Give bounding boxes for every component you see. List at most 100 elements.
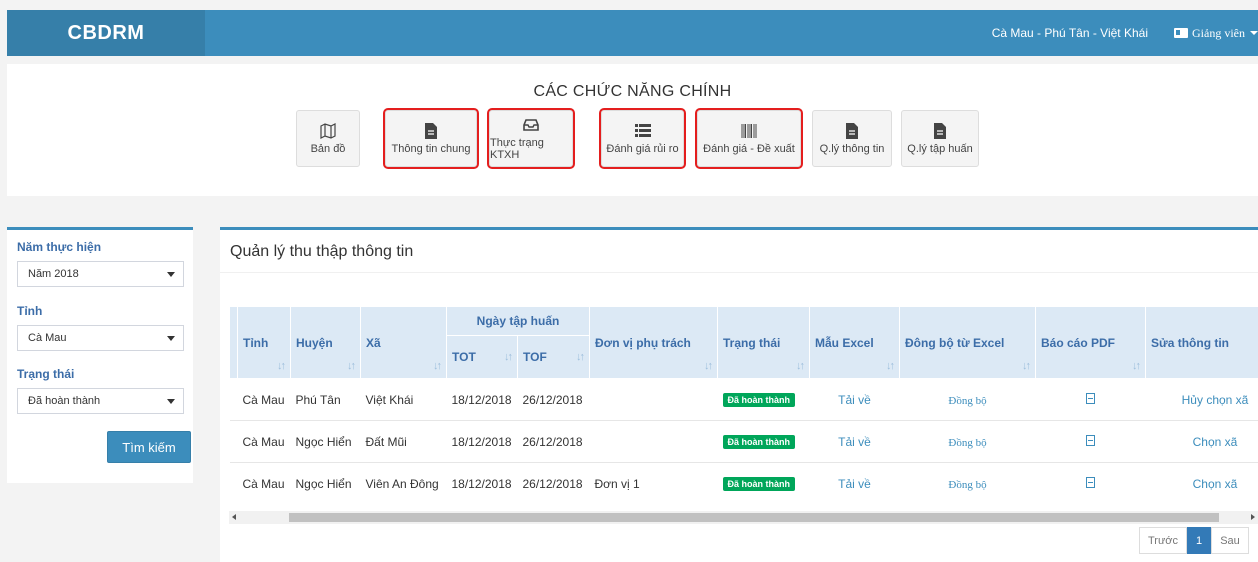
divider: [220, 272, 1258, 273]
header-status[interactable]: Trạng thái ↓↑: [717, 306, 810, 379]
cell-tof: 26/12/2018: [517, 420, 590, 463]
assessment-proposal-label: Đánh giá - Đề xuất: [703, 143, 795, 155]
year-label: Năm thực hiện: [17, 240, 102, 254]
cell-tof: 26/12/2018: [517, 462, 590, 505]
pdf-icon[interactable]: [1086, 392, 1095, 404]
socioeconomic-status-label: Thực trạng KTXH: [490, 137, 544, 161]
edit-commune-link[interactable]: Chọn xã: [1193, 435, 1238, 449]
cell-district: Ngọc Hiển: [290, 420, 361, 463]
pdf-icon[interactable]: [1086, 434, 1095, 446]
cell-sync: Đồng bộ: [899, 378, 1036, 421]
header-pdf-report[interactable]: Báo cáo PDF ↓↑: [1035, 306, 1146, 379]
cell-commune: Viên An Đông: [360, 462, 447, 505]
header-sync-excel[interactable]: Đông bộ từ Excel ↓↑: [899, 306, 1036, 379]
caret-down-icon: [1250, 31, 1258, 35]
info-management-button[interactable]: Q.lý thông tin: [812, 110, 892, 167]
sort-icon[interactable]: ↓↑: [796, 360, 805, 372]
row-gutter: [229, 420, 238, 463]
cell-province: Cà Mau: [237, 378, 291, 421]
select-arrow-icon: [167, 272, 175, 277]
data-collection-panel: Quản lý thu thập thông tin Tỉnh ↓↑ Huyện ↓…: [220, 227, 1258, 562]
table-row: Cà Mau Ngọc Hiển Viên An Đông 18/12/2018…: [229, 462, 1258, 505]
sync-link[interactable]: Đồng bộ: [948, 437, 986, 449]
sort-icon[interactable]: ↓↑: [277, 360, 286, 372]
download-excel-link[interactable]: Tải về: [838, 435, 871, 449]
row-gutter: [229, 378, 238, 421]
header-excel-template[interactable]: Mẫu Excel ↓↑: [809, 306, 900, 379]
user-menu[interactable]: Giảng viên: [1174, 26, 1258, 41]
header-unit[interactable]: Đơn vị phụ trách ↓↑: [589, 306, 718, 379]
cell-excel: Tải về: [809, 462, 900, 505]
edit-commune-link[interactable]: Hủy chọn xã: [1182, 393, 1249, 407]
map-icon: [320, 122, 336, 140]
cell-pdf: [1035, 378, 1146, 421]
sort-icon[interactable]: ↓↑: [886, 360, 895, 372]
cell-tot: 18/12/2018: [446, 420, 518, 463]
brand-logo[interactable]: CBDRM: [7, 10, 205, 56]
scrollbar-thumb[interactable]: [289, 513, 1219, 522]
header-tot[interactable]: TOT ↓↑: [446, 335, 518, 379]
scroll-right-icon[interactable]: [1251, 514, 1255, 520]
pagination: Trước 1 Sau: [1139, 527, 1249, 554]
header-district[interactable]: Huyện ↓↑: [290, 306, 361, 379]
cell-unit: [589, 378, 718, 421]
province-select[interactable]: Cà Mau: [17, 325, 184, 351]
scroll-left-icon[interactable]: [232, 514, 236, 520]
header-tof[interactable]: TOF ↓↑: [517, 335, 590, 379]
socioeconomic-status-button[interactable]: Thực trạng KTXH: [487, 108, 575, 169]
header-province[interactable]: Tỉnh ↓↑: [237, 306, 291, 379]
table-header-gutter: [229, 306, 238, 379]
horizontal-scrollbar[interactable]: [229, 511, 1258, 524]
status-badge: Đã hoàn thành: [722, 435, 795, 449]
prev-page-button[interactable]: Trước: [1139, 527, 1187, 554]
status-select-value: Đã hoàn thành: [28, 395, 101, 407]
header-commune[interactable]: Xã ↓↑: [360, 306, 447, 379]
sync-link[interactable]: Đồng bộ: [948, 479, 986, 491]
map-button[interactable]: Bản đồ: [296, 110, 360, 167]
cell-commune: Đất Mũi: [360, 420, 447, 463]
general-info-button[interactable]: Thông tin chung: [383, 108, 479, 169]
user-role: Giảng viên: [1192, 25, 1245, 40]
risk-assessment-button[interactable]: Đánh giá rủi ro: [599, 108, 686, 169]
sort-icon[interactable]: ↓↑: [704, 360, 713, 372]
cell-province: Cà Mau: [237, 462, 291, 505]
cell-tot: 18/12/2018: [446, 462, 518, 505]
id-card-icon: [1174, 28, 1188, 38]
cell-unit: [589, 420, 718, 463]
sort-icon[interactable]: ↓↑: [1132, 360, 1141, 372]
top-navbar: CBDRM Cà Mau - Phú Tân - Việt Khái Giảng…: [7, 10, 1258, 56]
sort-icon[interactable]: ↓↑: [347, 360, 356, 372]
list-icon: [634, 122, 651, 140]
cell-edit: Hủy chọn xã: [1145, 378, 1258, 421]
location-text[interactable]: Cà Mau - Phú Tân - Việt Khái: [992, 26, 1148, 40]
download-excel-link[interactable]: Tải về: [838, 477, 871, 491]
cell-pdf: [1035, 420, 1146, 463]
sort-icon[interactable]: ↓↑: [504, 351, 513, 363]
pdf-icon[interactable]: [1086, 476, 1095, 488]
assessment-proposal-button[interactable]: Đánh giá - Đề xuất: [695, 108, 803, 169]
training-management-button[interactable]: Q.lý tập huấn: [901, 110, 979, 167]
status-select[interactable]: Đã hoàn thành: [17, 388, 184, 414]
search-button[interactable]: Tìm kiếm: [107, 431, 191, 463]
header-edit-info[interactable]: Sửa thông tin↓↑: [1145, 306, 1258, 379]
sort-icon[interactable]: ↓↑: [576, 351, 585, 363]
select-arrow-icon: [167, 399, 175, 404]
province-label: Tỉnh: [17, 304, 43, 318]
navbar-right: Cà Mau - Phú Tân - Việt Khái Giảng viên: [992, 10, 1258, 56]
next-page-button[interactable]: Sau: [1211, 527, 1249, 554]
sort-icon[interactable]: ↓↑: [1022, 360, 1031, 372]
cell-district: Ngọc Hiển: [290, 462, 361, 505]
download-excel-link[interactable]: Tải về: [838, 393, 871, 407]
page-1-button[interactable]: 1: [1187, 527, 1211, 554]
cell-edit: Chọn xã: [1145, 420, 1258, 463]
status-label: Trạng thái: [17, 367, 75, 381]
edit-commune-link[interactable]: Chọn xã: [1193, 477, 1238, 491]
info-management-label: Q.lý thông tin: [819, 143, 885, 155]
sync-link[interactable]: Đồng bộ: [948, 395, 986, 407]
select-arrow-icon: [167, 336, 175, 341]
header-training-date: Ngày tập huấn: [446, 306, 590, 336]
cell-excel: Tải về: [809, 378, 900, 421]
sort-icon[interactable]: ↓↑: [433, 360, 442, 372]
year-select[interactable]: Năm 2018: [17, 261, 184, 287]
table-scroll-area[interactable]: Tỉnh ↓↑ Huyện ↓↑ Xã ↓↑ Ngày tập huấn Đơn vị…: [229, 306, 1258, 511]
